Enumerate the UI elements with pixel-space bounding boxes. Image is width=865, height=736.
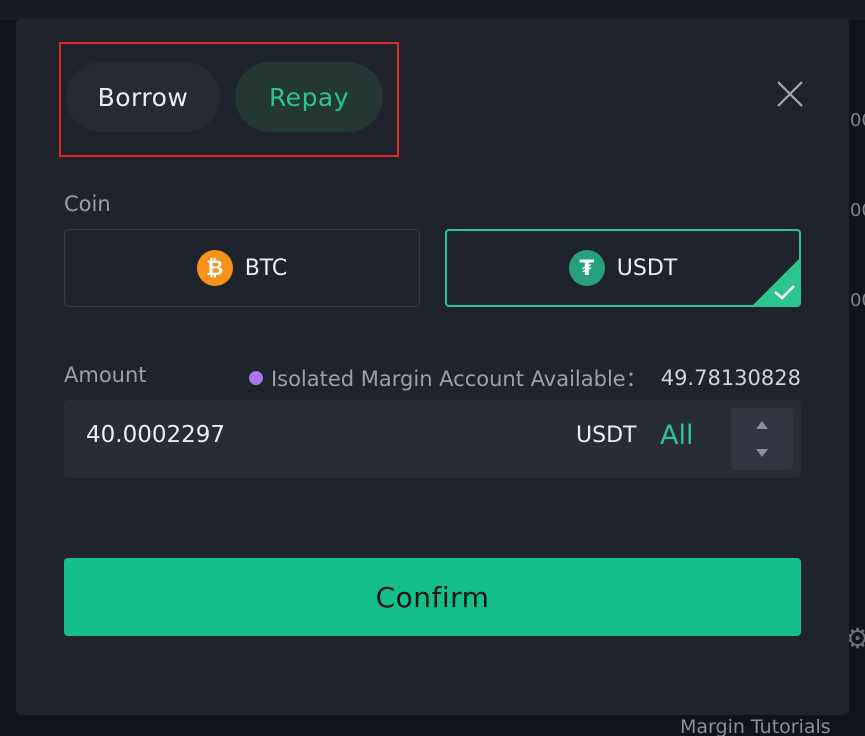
background-price-label: 00 xyxy=(850,110,865,131)
chevron-up-icon[interactable] xyxy=(755,420,769,430)
coin-symbol: USDT xyxy=(616,255,678,281)
amount-unit: USDT xyxy=(576,423,637,448)
available-label: Isolated Margin Account Available： xyxy=(270,367,647,391)
repay-modal: Borrow Repay Coin ₿ BTC ₮ USDT Amount Is… xyxy=(16,18,849,715)
coin-symbol: BTC xyxy=(244,255,288,281)
background-panel xyxy=(0,0,865,20)
tab-repay[interactable]: Repay xyxy=(235,62,383,132)
tab-borrow[interactable]: Borrow xyxy=(66,62,220,132)
available-value: 49.78130828 xyxy=(660,366,801,390)
selected-check-icon xyxy=(753,259,799,305)
background-price-label: 00 xyxy=(850,290,865,311)
account-dot-icon xyxy=(248,371,263,385)
amount-field[interactable]: 40.0002297 USDT All xyxy=(64,400,801,478)
all-button[interactable]: All xyxy=(660,420,693,451)
coin-option-usdt[interactable]: ₮ USDT xyxy=(445,229,801,307)
tether-icon: ₮ xyxy=(568,250,605,286)
confirm-button[interactable]: Confirm xyxy=(64,558,801,636)
available-balance: Isolated Margin Account Available： 49.78… xyxy=(248,363,801,393)
bitcoin-icon: ₿ xyxy=(196,250,233,286)
chevron-down-icon[interactable] xyxy=(755,448,769,458)
background-price-label: 00 xyxy=(850,200,865,221)
margin-tutorials-link[interactable]: Margin Tutorials xyxy=(680,716,831,736)
close-icon[interactable] xyxy=(774,78,806,110)
amount-label: Amount xyxy=(64,363,147,387)
coin-label: Coin xyxy=(64,192,111,216)
coin-option-btc[interactable]: ₿ BTC xyxy=(64,229,420,307)
amount-stepper[interactable] xyxy=(731,408,793,470)
amount-input[interactable]: 40.0002297 xyxy=(86,422,225,448)
